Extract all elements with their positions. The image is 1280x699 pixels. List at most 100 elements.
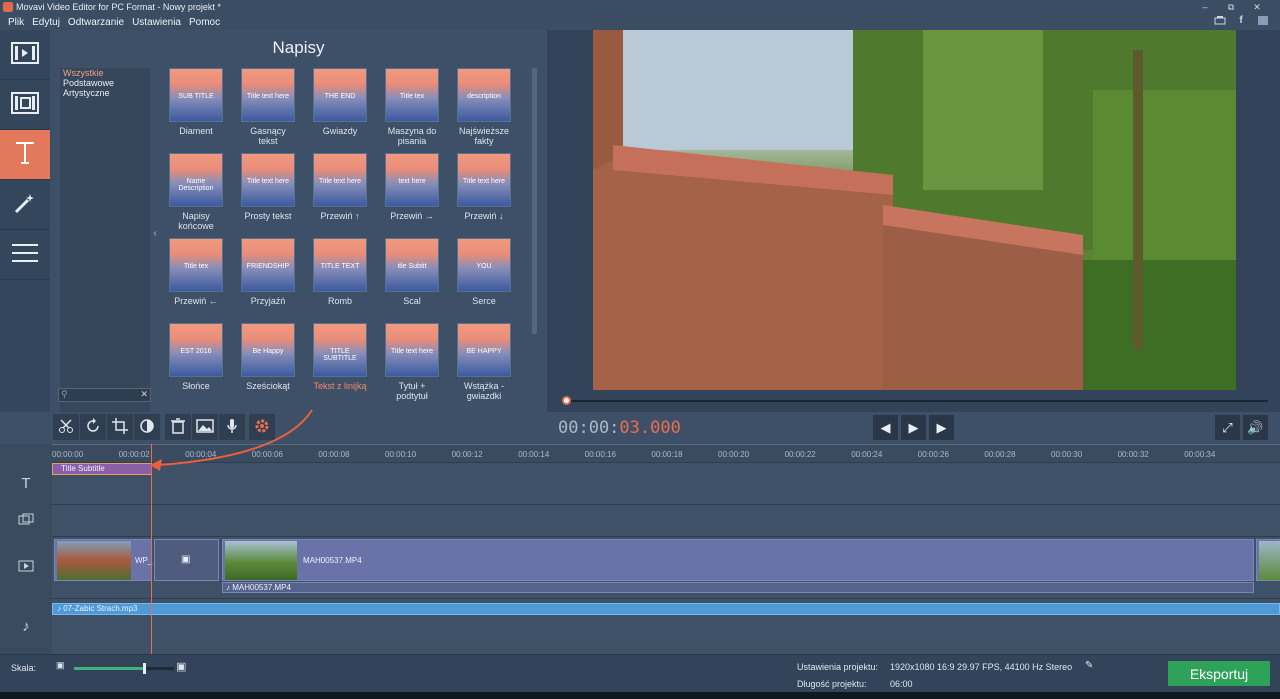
thumbnail-text: Be Happy [252, 348, 284, 355]
title-clip[interactable]: Title Subtitle [52, 463, 152, 475]
ruler-tick: 00:00:12 [451, 450, 483, 459]
menu-odtwarzanie[interactable]: Odtwarzanie [68, 17, 124, 28]
title-thumbnail: TITLE SUBTITLE [313, 323, 367, 377]
category-all[interactable]: Wszystkie [60, 68, 150, 78]
title-tile-label: Przewiń ↑ [320, 211, 360, 221]
title-tile[interactable]: Title text here Przewiń ↓ [456, 153, 512, 237]
thumbnail-text: TITLE TEXT [320, 263, 360, 270]
title-tile[interactable]: itle Subtit Scal [384, 238, 440, 322]
previous-frame-button[interactable]: ◀ [873, 415, 898, 440]
nav-filters-button[interactable] [0, 80, 50, 130]
menu-plik[interactable]: Plik [8, 17, 24, 28]
transition-clip[interactable]: ▣ [154, 539, 219, 581]
facebook-icon[interactable]: f [1234, 15, 1248, 28]
thumbnail-text: Title text here [318, 178, 362, 185]
fullscreen-button[interactable]: ⤢ [1215, 415, 1240, 440]
nav-more-button[interactable] [0, 230, 50, 280]
nav-titles-button[interactable] [0, 130, 50, 180]
title-thumbnail: text here [385, 153, 439, 207]
thumbnail-text: itle Subtit [397, 263, 427, 270]
taskbar-strip [0, 692, 1280, 699]
play-button[interactable]: ▶ [901, 415, 926, 440]
title-thumbnail: Title tex [169, 238, 223, 292]
title-tile[interactable]: text here Przewiń → [384, 153, 440, 237]
zoom-slider[interactable] [74, 663, 174, 674]
playback-scrubber[interactable] [565, 400, 1268, 402]
title-tile[interactable]: Title text here Gasnący tekst [240, 68, 296, 152]
vk-icon[interactable] [1256, 15, 1270, 28]
zoom-in-icon[interactable]: ▣ [176, 660, 186, 673]
volume-button[interactable]: 🔊 [1243, 415, 1268, 440]
title-tile-label: Przewiń ← [174, 296, 218, 306]
title-tile[interactable]: Title tex Maszyna do pisania [384, 68, 440, 152]
cart-icon[interactable] [1213, 15, 1227, 28]
ruler-tick: 00:00:26 [917, 450, 949, 459]
thumbnail-text: Title text here [462, 178, 506, 185]
scrubber-handle[interactable] [562, 396, 571, 405]
video-track[interactable]: WP_ ▣ MAH00537.MP4 ♪ MAH00537.MP4 [52, 536, 1280, 598]
title-tile[interactable]: EST 2016 Słońce [168, 323, 224, 407]
music-clip[interactable]: ♪ 07-Zabic Strach.mp3 [52, 603, 1280, 615]
music-track-header: ♪ [0, 598, 52, 654]
menu-ustawienia[interactable]: Ustawienia [132, 17, 181, 28]
title-tile-label: Scal [403, 296, 421, 306]
filters-icon [11, 92, 39, 117]
title-tile[interactable]: Be Happy Sześciokąt [240, 323, 296, 407]
project-settings-label: Ustawienia projektu: [797, 662, 879, 672]
title-tile[interactable]: description Najświeższe fakty [456, 68, 512, 152]
export-button[interactable]: Eksportuj [1168, 661, 1270, 686]
video-track-header [0, 536, 52, 598]
overlay-track-header [0, 504, 52, 536]
crop-button[interactable] [107, 414, 133, 440]
clear-search-icon[interactable]: ✕ [140, 389, 148, 400]
title-tile[interactable]: TITLE SUBTITLE Tekst z linijką [312, 323, 368, 407]
music-track-icon: ♪ [22, 617, 30, 635]
collapse-panel-button[interactable]: ‹ [150, 68, 160, 398]
title-tile[interactable]: BE HAPPY Wstążka - gwiazdki [456, 323, 512, 407]
title-tile[interactable]: THE END Gwiazdy [312, 68, 368, 152]
nav-effects-button[interactable] [0, 180, 50, 230]
title-tile[interactable]: TITLE TEXT Romb [312, 238, 368, 322]
zoom-label: Skala: [11, 663, 37, 673]
title-tile[interactable]: Title tex Przewiń ← [168, 238, 224, 322]
timecode-current: 03.000 [619, 418, 681, 438]
title-tile[interactable]: YOU Serce [456, 238, 512, 322]
maximize-button[interactable]: ⧉ [1218, 0, 1244, 14]
import-icon [11, 42, 39, 67]
video-clip-mah00537[interactable]: MAH00537.MP4 [222, 539, 1254, 581]
title-thumbnail: SUB TITLE [169, 68, 223, 122]
title-thumbnail: Title text here [457, 153, 511, 207]
edit-settings-pencil-icon[interactable]: ✎ [1085, 660, 1093, 671]
video-clip-next[interactable] [1256, 539, 1280, 581]
zoom-out-icon[interactable]: ▣ [56, 660, 65, 671]
title-tile-label: Gasnący tekst [250, 126, 286, 146]
title-tile[interactable]: Title text here Tytuł + podtytuł [384, 323, 440, 407]
title-tile[interactable]: FRIENDSHIP Przyjaźń [240, 238, 296, 322]
video-clip-wp[interactable]: WP_ [54, 539, 152, 581]
menu-edytuj[interactable]: Edytuj [32, 17, 60, 28]
title-tile[interactable]: Title text here Prosty tekst [240, 153, 296, 237]
title-thumbnail: itle Subtit [385, 238, 439, 292]
search-input[interactable]: ⚲ ✕ [58, 388, 151, 402]
clip-audio[interactable]: ♪ MAH00537.MP4 [222, 582, 1254, 593]
category-basic[interactable]: Podstawowe [60, 78, 150, 88]
panel-scrollbar[interactable] [532, 68, 537, 334]
zoom-slider-handle[interactable] [143, 663, 146, 674]
cut-button[interactable] [53, 414, 79, 440]
music-note-icon: ♪ [57, 604, 61, 613]
music-track[interactable]: ♪ 07-Zabic Strach.mp3 [52, 598, 1280, 654]
category-artistic[interactable]: Artystyczne [60, 88, 150, 98]
ruler-tick: 00:00:32 [1117, 450, 1149, 459]
overlay-track[interactable] [52, 504, 1280, 536]
next-frame-button[interactable]: ▶ [929, 415, 954, 440]
rotate-button[interactable] [80, 414, 106, 440]
minimize-button[interactable]: – [1192, 0, 1218, 14]
menu-pomoc[interactable]: Pomoc [189, 17, 220, 28]
title-tile[interactable]: Title text here Przewiń ↑ [312, 153, 368, 237]
nav-import-button[interactable] [0, 30, 50, 80]
title-tile[interactable]: SUB TITLE Diament [168, 68, 224, 152]
title-tile[interactable]: Name Description Napisy końcowe [168, 153, 224, 237]
close-button[interactable]: ✕ [1244, 0, 1270, 14]
video-preview [593, 30, 1236, 390]
timeline-playhead[interactable] [151, 444, 152, 654]
